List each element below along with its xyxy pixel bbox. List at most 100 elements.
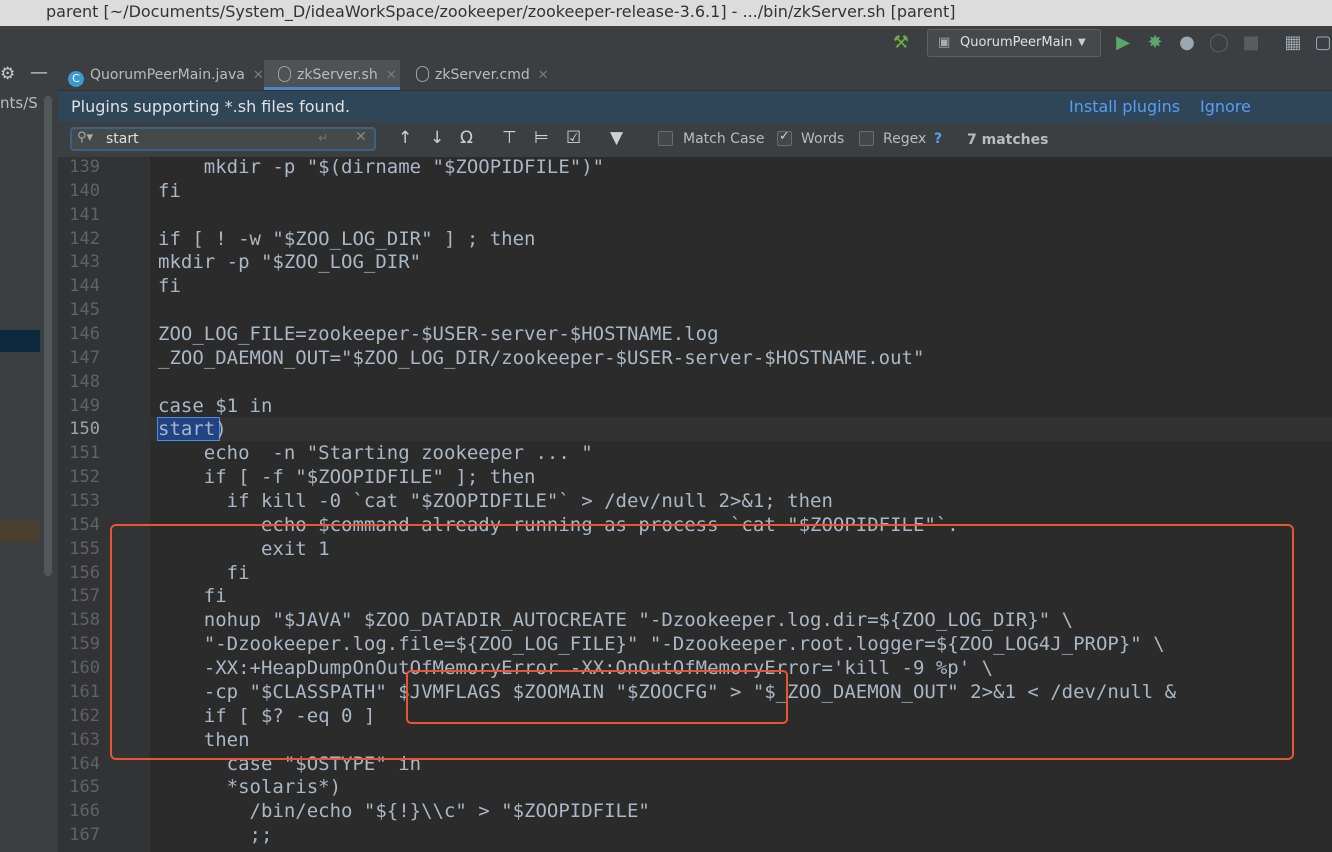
run-config-selector[interactable]: ▣ QuorumPeerMain ▼: [927, 29, 1101, 57]
line-number: 151: [69, 443, 100, 464]
tab-zkserver-sh[interactable]: zkServer.sh ✕: [264, 60, 400, 90]
code-line[interactable]: case "$OSTYPE" in: [158, 752, 421, 776]
match-count: 7 matches: [967, 132, 1049, 148]
tree-item[interactable]: [0, 520, 40, 542]
code-line[interactable]: echo $command already running as process…: [158, 513, 959, 537]
code-line[interactable]: then: [158, 728, 250, 752]
tab-zkserver-cmd[interactable]: zkServer.cmd ✕: [410, 60, 564, 90]
line-number: 155: [69, 538, 100, 559]
next-occurrence-icon[interactable]: ↓: [430, 128, 444, 148]
code-line[interactable]: "-Dzookeeper.log.file=${ZOO_LOG_FILE}" "…: [158, 632, 1165, 656]
coverage-icon[interactable]: ●: [1174, 30, 1200, 56]
profile-icon[interactable]: ◯: [1206, 30, 1232, 56]
line-number: 139: [69, 157, 100, 177]
window-title: parent [~/Documents/System_D/ideaWorkSpa…: [46, 2, 956, 21]
gear-icon[interactable]: ⚙: [0, 64, 15, 84]
file-icon: [278, 66, 291, 82]
code-line[interactable]: echo -n "Starting zookeeper ... ": [158, 441, 593, 465]
code-line[interactable]: if [ $? -eq 0 ]: [158, 704, 376, 728]
file-icon: [416, 66, 429, 82]
line-number: 153: [69, 491, 100, 512]
install-plugins-link[interactable]: Install plugins: [1069, 91, 1180, 122]
line-number-gutter: 139 140 141 142 143 144 145 146 147 148 149 150 151 1…: [58, 157, 151, 852]
search-icon[interactable]: ⚲▾: [77, 130, 93, 145]
clear-icon[interactable]: ✕: [355, 129, 367, 145]
line-number: 146: [69, 324, 100, 345]
code-line[interactable]: -XX:+HeapDumpOnOutOfMemoryError -XX:OnOu…: [158, 656, 993, 680]
line-number: 157: [69, 586, 100, 607]
code-editor[interactable]: mkdir -p "$(dirname "$ZOOPIDFILE")" fi if …: [150, 157, 1332, 852]
sdk-icon[interactable]: ▢: [1310, 30, 1332, 56]
code-line[interactable]: start): [158, 417, 227, 441]
close-icon[interactable]: ✕: [253, 68, 264, 83]
add-selection-icon[interactable]: ⊤: [502, 128, 517, 148]
line-number: 149: [69, 395, 100, 416]
regex-checkbox[interactable]: [859, 131, 874, 146]
close-icon[interactable]: ✕: [538, 68, 549, 83]
code-line[interactable]: ZOO_LOG_FILE=zookeeper-$USER-server-$HOS…: [158, 322, 719, 346]
code-line[interactable]: ;;: [158, 823, 273, 847]
code-line[interactable]: /bin/echo "${!}\\c" > "$ZOOPIDFILE": [158, 799, 650, 823]
java-class-icon: C: [68, 71, 84, 87]
code-line[interactable]: exit 1: [158, 537, 330, 561]
previous-occurrence-icon[interactable]: ↑: [398, 128, 412, 148]
code-line[interactable]: mkdir -p "$(dirname "$ZOOPIDFILE")": [158, 157, 604, 179]
selected-tree-item[interactable]: [0, 330, 40, 352]
main-toolbar: ⚒ ▣ QuorumPeerMain ▼ ▶ ✸ ● ◯ ■ ▦ ▢: [0, 26, 1332, 61]
stop-icon[interactable]: ■: [1238, 30, 1264, 56]
unselect-occurrence-icon[interactable]: ⊨: [534, 128, 549, 148]
code-line[interactable]: nohup "$JAVA" $ZOO_DATADIR_AUTOCREATE "-…: [158, 608, 1073, 632]
run-config-label: QuorumPeerMain: [960, 35, 1073, 50]
code-line[interactable]: case $1 in: [158, 394, 272, 418]
line-number: 150: [69, 419, 100, 440]
line-number: 165: [69, 777, 100, 798]
tab-quorumpeermain[interactable]: C QuorumPeerMain.java ✕: [68, 60, 264, 90]
project-structure-icon[interactable]: ▦: [1280, 30, 1306, 56]
code-line[interactable]: fi: [158, 584, 227, 608]
code-line[interactable]: fi: [158, 561, 250, 585]
regex-help-icon[interactable]: ?: [934, 131, 942, 147]
find-bar: ⚲▾ ↵ ✕ ↑ ↓ Ω ⊤ ⊨ ☑ ▼ Match Case Words Re…: [58, 122, 1332, 158]
close-icon[interactable]: ✕: [386, 68, 397, 83]
window-title-bar: parent [~/Documents/System_D/ideaWorkSpa…: [0, 0, 1332, 26]
line-number: 164: [69, 753, 100, 774]
hammer-icon[interactable]: ⚒: [888, 30, 914, 56]
project-path-fragment: nts/S: [0, 94, 38, 112]
new-line-icon[interactable]: ↵: [318, 131, 328, 145]
debug-icon[interactable]: ✸: [1142, 30, 1168, 56]
tab-label: zkServer.cmd: [435, 67, 530, 83]
collapse-icon[interactable]: —: [30, 62, 48, 83]
select-all-occurrences-icon[interactable]: ☑: [566, 128, 581, 148]
search-input[interactable]: [106, 129, 306, 149]
search-box: ⚲▾ ↵ ✕: [70, 127, 376, 151]
line-number: 167: [69, 825, 100, 846]
code-line[interactable]: mkdir -p "$ZOO_LOG_DIR": [158, 250, 421, 274]
code-line[interactable]: _ZOO_DAEMON_OUT="$ZOO_LOG_DIR/zookeeper-…: [158, 346, 924, 370]
words-label: Words: [801, 131, 845, 147]
filter-icon[interactable]: ▼: [610, 128, 623, 148]
line-number: 163: [69, 729, 100, 750]
words-checkbox[interactable]: [777, 129, 792, 146]
line-number: 158: [69, 610, 100, 631]
editor-tabs: C QuorumPeerMain.java ✕ zkServer.sh ✕ zkSer…: [58, 60, 1332, 91]
match-case-checkbox[interactable]: [658, 131, 673, 146]
line-number: 144: [69, 276, 100, 297]
current-line-highlight: [150, 417, 1332, 441]
code-line[interactable]: fi: [158, 274, 181, 298]
line-number: 140: [69, 180, 100, 201]
match-case-label: Match Case: [683, 131, 765, 147]
code-line[interactable]: if kill -0 `cat "$ZOOPIDFILE"` > /dev/nu…: [158, 489, 833, 513]
code-line[interactable]: -cp "$CLASSPATH" $JVMFLAGS $ZOOMAIN "$ZO…: [158, 680, 1176, 704]
code-line[interactable]: *solaris*): [158, 775, 341, 799]
line-number: 152: [69, 467, 100, 488]
code-line[interactable]: if [ -f "$ZOOPIDFILE" ]; then: [158, 465, 536, 489]
code-line[interactable]: if [ ! -w "$ZOO_LOG_DIR" ] ; then: [158, 227, 536, 251]
run-icon[interactable]: ▶: [1110, 30, 1136, 56]
code-line[interactable]: fi: [158, 179, 181, 203]
regex-label: Regex: [883, 131, 927, 147]
line-number: 156: [69, 562, 100, 583]
project-sidebar: ⚙ — nts/S: [0, 60, 59, 852]
find-all-icon[interactable]: Ω: [460, 128, 473, 148]
sidebar-scrollbar[interactable]: [44, 96, 52, 576]
banner-message: Plugins supporting *.sh files found.: [71, 97, 351, 116]
